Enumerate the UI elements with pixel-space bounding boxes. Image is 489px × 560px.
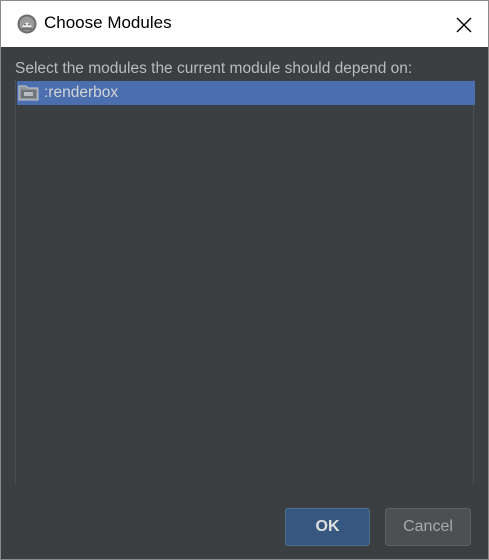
dialog-title: Choose Modules <box>44 13 172 32</box>
close-button[interactable] <box>444 7 482 41</box>
prompt-label: Select the modules the current module sh… <box>15 60 413 77</box>
cancel-button[interactable]: Cancel <box>385 508 471 546</box>
android-studio-icon <box>17 14 37 34</box>
list-item-renderbox[interactable]: :renderbox <box>17 81 475 105</box>
close-icon <box>456 17 472 33</box>
dialog-content: Select the modules the current module sh… <box>1 47 488 559</box>
module-label: :renderbox <box>44 84 119 101</box>
ok-button[interactable]: OK <box>285 508 370 546</box>
module-folder-icon <box>18 84 40 102</box>
modules-list[interactable]: :renderbox <box>15 80 475 484</box>
title-bar[interactable]: Choose Modules <box>1 1 488 47</box>
choose-modules-dialog: Choose Modules Select the modules the cu… <box>0 0 489 560</box>
